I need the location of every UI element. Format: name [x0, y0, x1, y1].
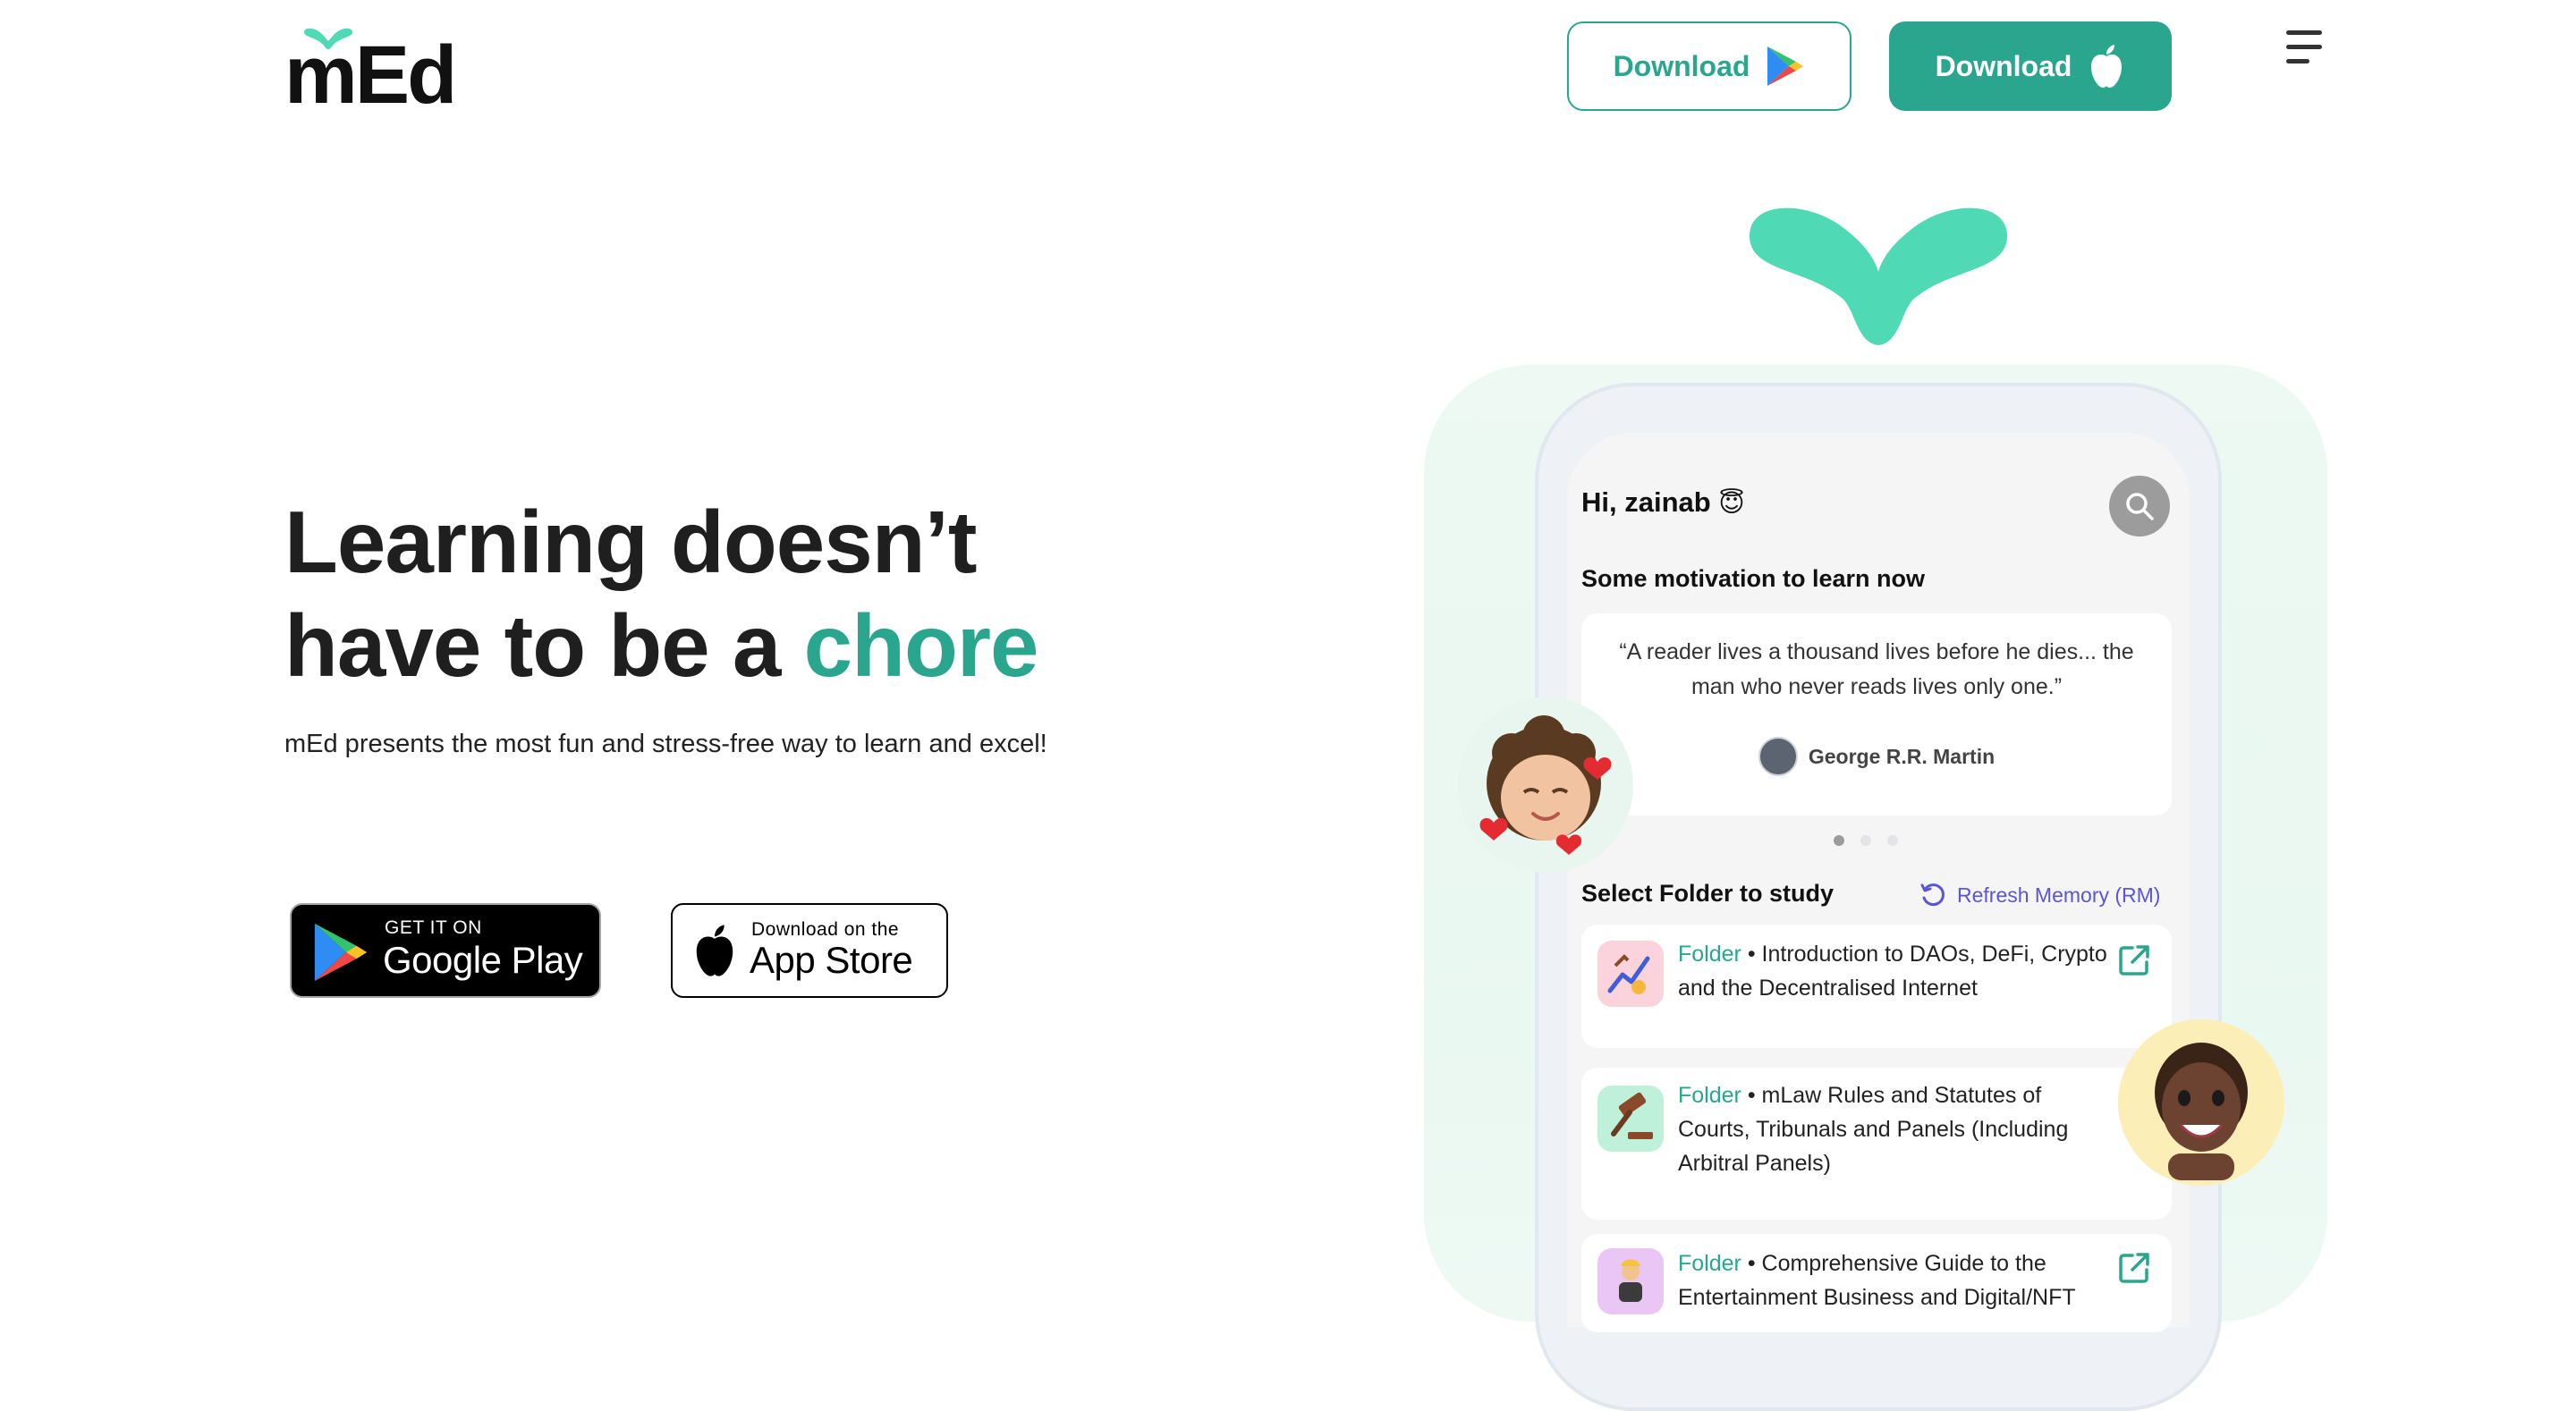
refresh-icon: [1920, 883, 1945, 907]
search-button[interactable]: [2109, 476, 2170, 537]
app-store-big-text: App Store: [750, 939, 913, 981]
author-avatar: [1758, 737, 1798, 776]
carousel-dot[interactable]: [1834, 835, 1844, 846]
apple-icon: [696, 925, 733, 976]
greeting: Hi, zainab 😇: [1581, 486, 1745, 519]
google-play-big-text: Google Play: [383, 939, 583, 981]
carousel-dot[interactable]: [1887, 835, 1898, 846]
headline-line-2: have to be a chore: [284, 594, 1089, 697]
select-folder-title: Select Folder to study: [1581, 880, 1835, 907]
download-app-store-button[interactable]: Download: [1889, 21, 2172, 111]
folder-tag: Folder: [1678, 1083, 1741, 1108]
greeting-text: Hi, zainab: [1581, 486, 1711, 518]
google-play-badge[interactable]: GET IT ON Google Play: [290, 903, 601, 998]
headline-line-2-prefix: have to be a: [284, 596, 804, 695]
hamburger-menu-icon[interactable]: [2286, 30, 2326, 66]
apple-icon: [2091, 45, 2123, 88]
greeting-emoji: 😇: [1718, 489, 1745, 517]
refresh-label: Refresh Memory (RM): [1957, 883, 2161, 907]
folder-card[interactable]: Folder • Introduction to DAOs, DeFi, Cry…: [1581, 925, 2172, 1048]
logo-text: mEd: [284, 30, 457, 121]
refresh-memory-button[interactable]: Refresh Memory (RM): [1919, 882, 2160, 908]
folder-card[interactable]: Folder • mLaw Rules and Statutes of Cour…: [1581, 1068, 2172, 1220]
google-play-icon: [314, 923, 368, 982]
logo[interactable]: mEd: [284, 27, 463, 116]
motivation-title: Some motivation to learn now: [1581, 565, 1926, 592]
hero-headline: Learning doesn’t have to be a chore: [284, 490, 1089, 697]
folder-card[interactable]: Folder • Comprehensive Guide to the Ente…: [1581, 1234, 2172, 1332]
folder-title: Folder • Comprehensive Guide to the Ente…: [1678, 1246, 2107, 1314]
app-store-small-text: Download on the: [751, 919, 900, 940]
quote-text: “A reader lives a thousand lives before …: [1619, 639, 2134, 699]
performer-icon: [1597, 1248, 1664, 1314]
headline-line-1: Learning doesn’t: [284, 493, 978, 591]
memoji-avatar: [2118, 1019, 2284, 1186]
open-external-icon[interactable]: [2116, 942, 2152, 978]
download-play-label: Download: [1613, 49, 1750, 82]
google-play-small-text: GET IT ON: [385, 917, 482, 938]
folder-tag: Folder: [1678, 1251, 1741, 1276]
memoji-avatar: [1458, 697, 1633, 873]
hero-subtext: mEd presents the most fun and stress-fre…: [284, 730, 1047, 758]
download-apple-label: Download: [1935, 49, 2072, 82]
folder-name: • Introduction to DAOs, DeFi, Crypto and…: [1678, 942, 2107, 1001]
author-name: George R.R. Martin: [1808, 744, 1996, 768]
folder-tag: Folder: [1678, 942, 1741, 967]
search-icon: [2126, 493, 2154, 520]
gavel-icon: [1597, 1086, 1664, 1152]
quote-card: “A reader lives a thousand lives before …: [1581, 613, 2172, 815]
open-external-icon[interactable]: [2116, 1250, 2152, 1286]
google-play-icon: [1767, 46, 1804, 86]
download-google-play-button[interactable]: Download: [1567, 21, 1852, 111]
carousel-dots[interactable]: [1834, 835, 1898, 846]
crypto-chart-icon: [1597, 941, 1664, 1007]
carousel-dot[interactable]: [1860, 835, 1871, 846]
folder-title: Folder • mLaw Rules and Statutes of Cour…: [1678, 1078, 2107, 1180]
quote-author: George R.R. Martin: [1581, 737, 2172, 776]
sprout-icon: [1750, 207, 2007, 345]
headline-accent-word: chore: [803, 596, 1039, 695]
folder-title: Folder • Introduction to DAOs, DeFi, Cry…: [1678, 937, 2107, 1005]
app-store-badge[interactable]: Download on the App Store: [671, 903, 948, 998]
